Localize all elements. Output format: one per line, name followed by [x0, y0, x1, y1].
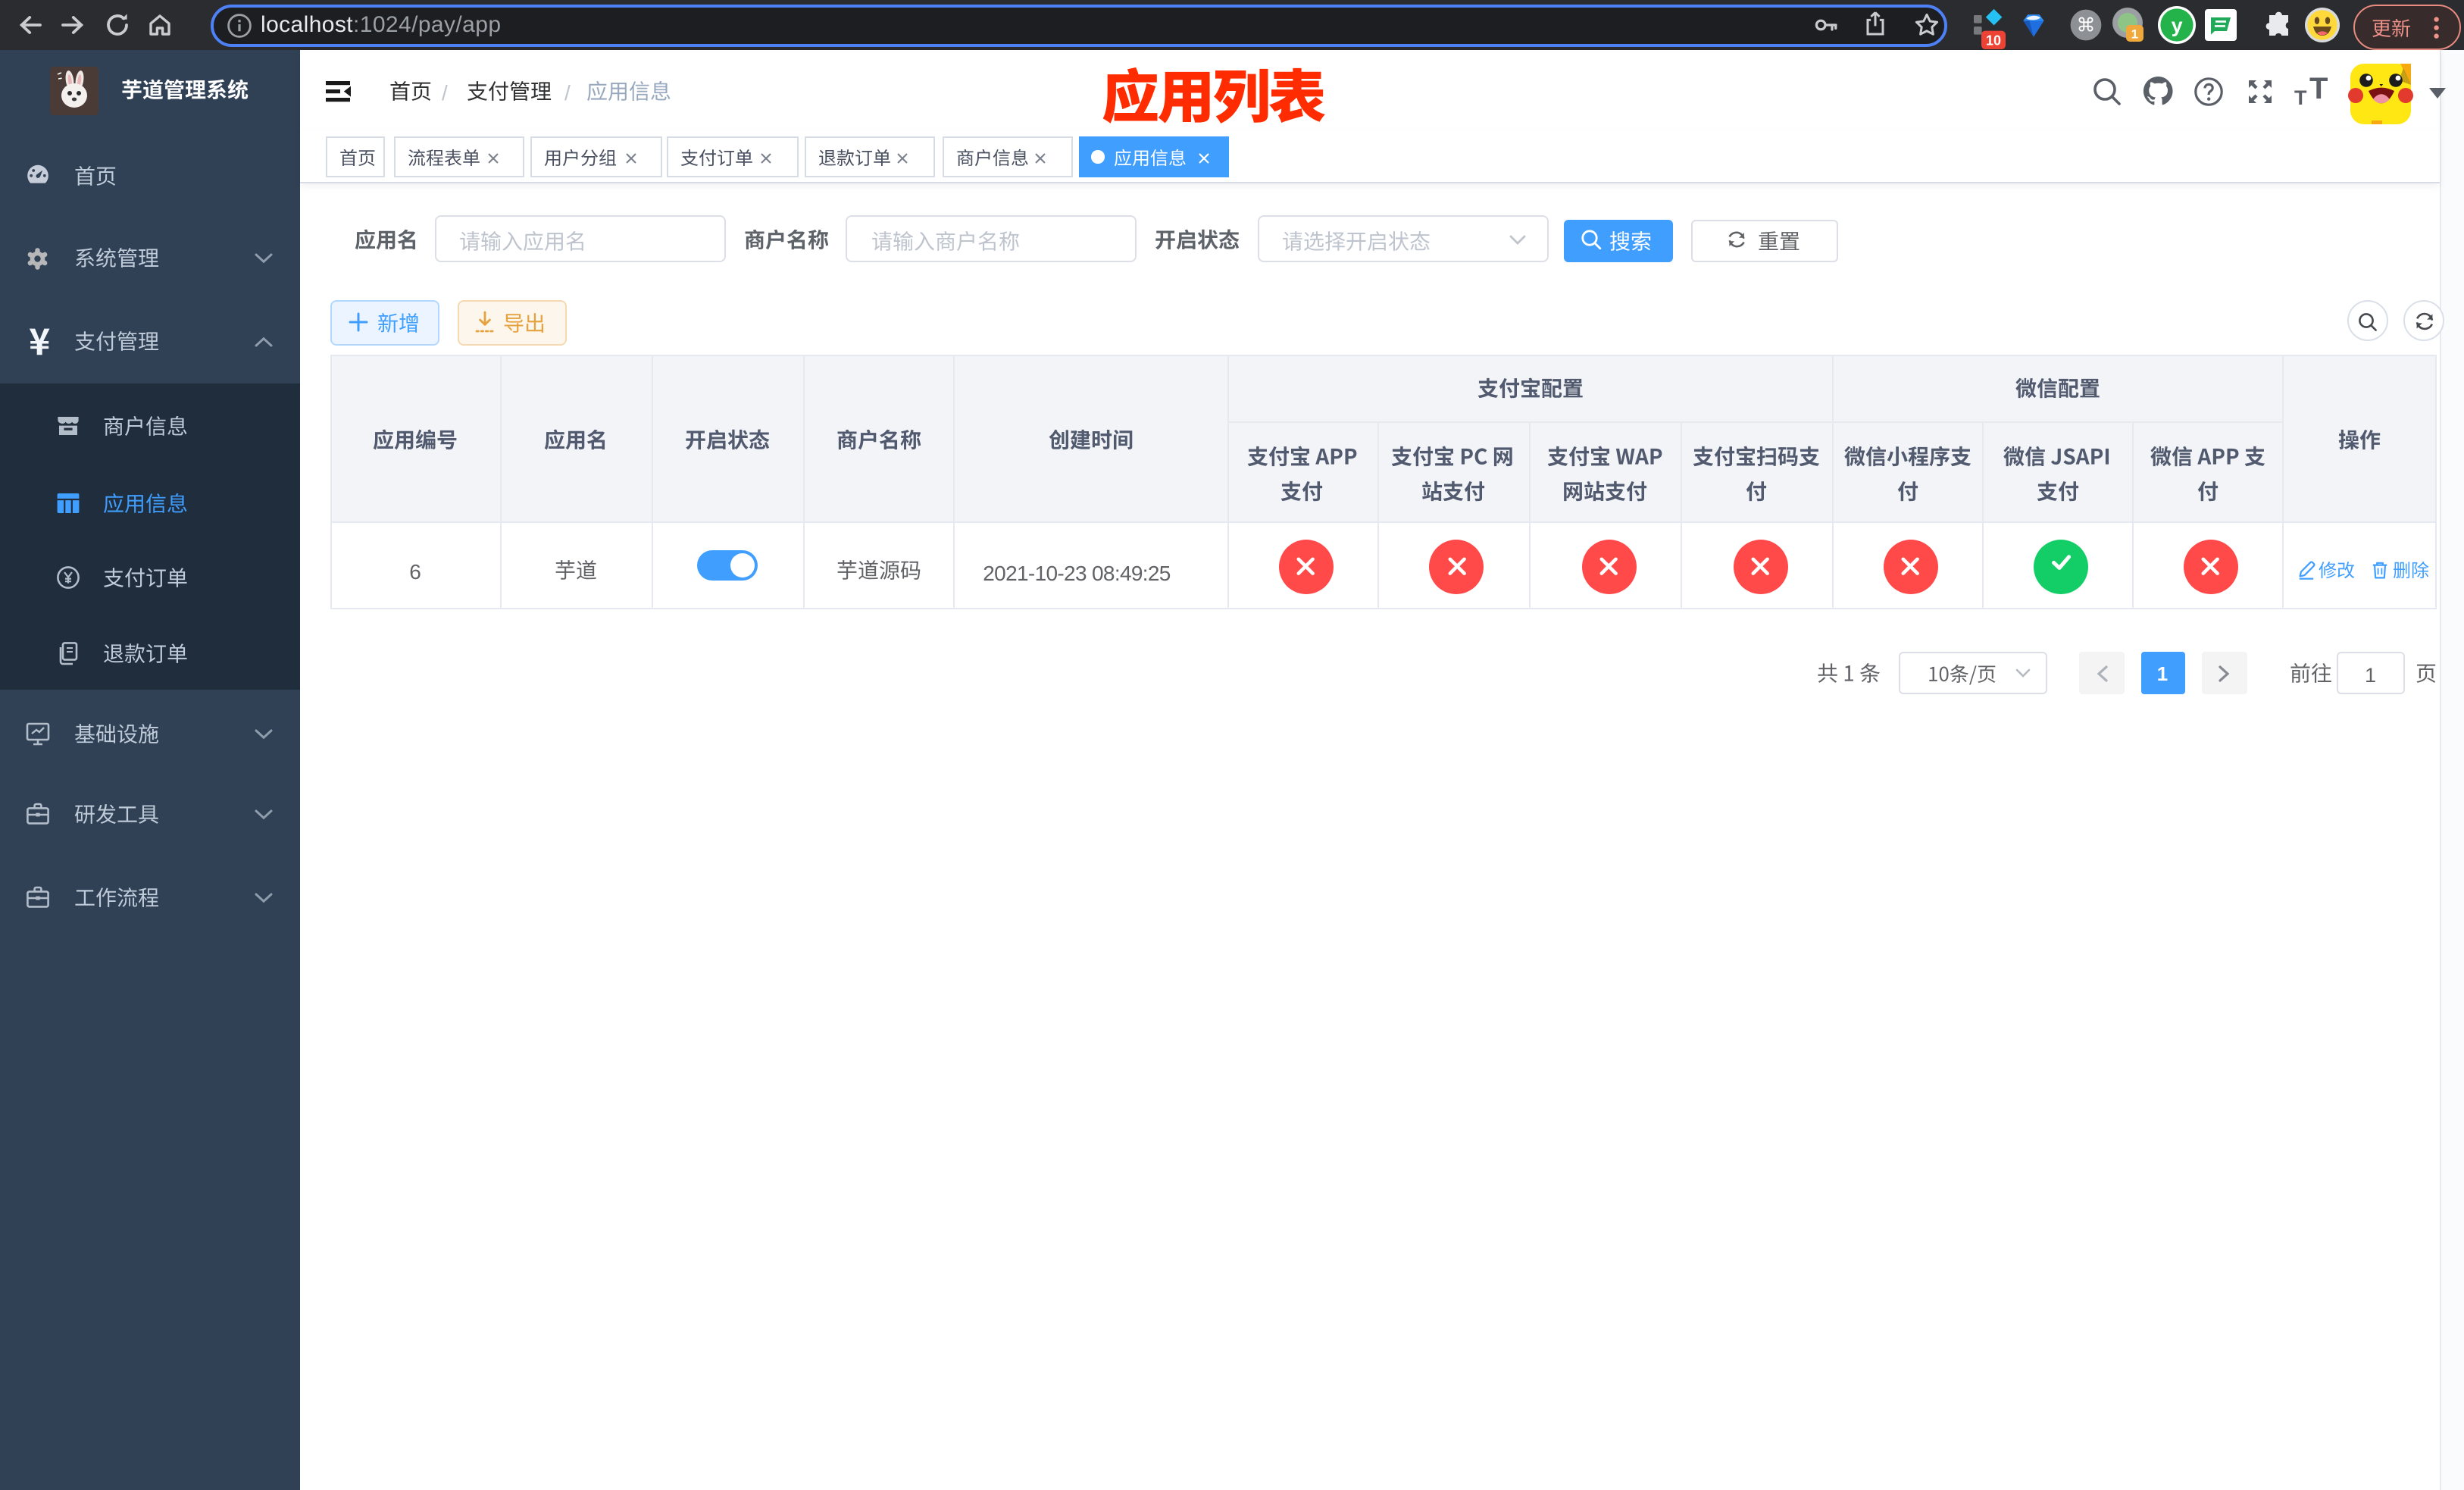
- svg-text:10: 10: [1985, 33, 2000, 48]
- svg-text:1: 1: [2131, 27, 2138, 42]
- svg-text:y: y: [2172, 14, 2183, 37]
- svg-text:⌘: ⌘: [2077, 15, 2096, 36]
